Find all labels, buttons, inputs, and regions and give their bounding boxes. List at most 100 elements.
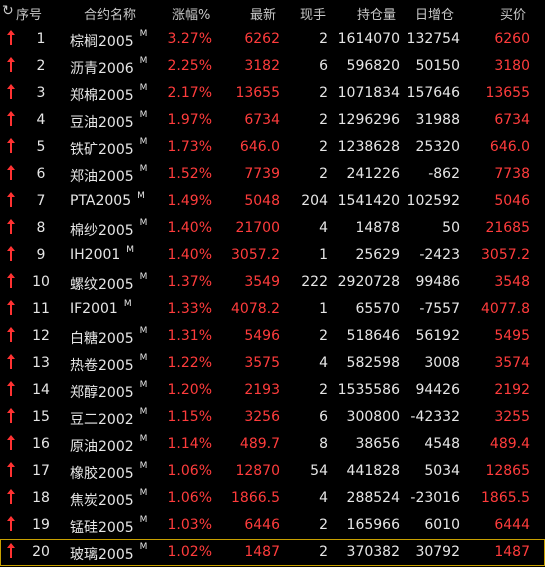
table-row[interactable]: 9 IH2001 M 1.40% 3057.2 1 25629 -2423 3057.2 bbox=[0, 242, 545, 269]
contract-tag: M bbox=[139, 407, 148, 417]
row-daily-oi-change: 31988 bbox=[415, 112, 460, 128]
contract-tag: M bbox=[139, 515, 148, 525]
table-row[interactable]: 8 棉纱2005 M 1.40% 21700 4 14878 50 21685 bbox=[0, 215, 545, 242]
contract-tag: M bbox=[139, 110, 148, 120]
table-row[interactable]: 10 螺纹2005 M 1.37% 3549 222 2920728 99486 3548 bbox=[0, 269, 545, 296]
row-current-hand: 2 bbox=[319, 85, 328, 101]
table-row[interactable]: 6 郑油2005 M 1.52% 7739 2 241226 -862 7738 bbox=[0, 161, 545, 188]
table-row[interactable]: 19 锰硅2005 M 1.03% 6446 2 165966 6010 6444 bbox=[0, 512, 545, 539]
refresh-icon[interactable]: ↻ bbox=[2, 3, 14, 19]
row-bid-price: 3574 bbox=[494, 355, 530, 371]
contract-name-text: 棕榈2005 bbox=[70, 34, 134, 50]
row-current-hand: 2 bbox=[319, 31, 328, 47]
row-open-interest: 596820 bbox=[346, 58, 400, 74]
contract-name-text: 豆油2005 bbox=[70, 115, 134, 131]
row-open-interest: 582598 bbox=[346, 355, 400, 371]
table-row[interactable]: 17 橡胶2005 M 1.06% 12870 54 441828 5034 12865 bbox=[0, 458, 545, 485]
col-header-change-pct[interactable]: 涨幅% bbox=[172, 4, 210, 23]
row-last-price: 646.0 bbox=[239, 139, 280, 155]
row-index: 2 bbox=[36, 58, 46, 74]
up-arrow-icon bbox=[7, 57, 15, 72]
row-change-pct: 1.06% bbox=[167, 463, 212, 479]
col-header-index[interactable]: 序号 bbox=[16, 4, 42, 23]
row-contract-name: 郑油2005 M bbox=[70, 164, 148, 186]
row-index: 18 bbox=[32, 490, 50, 506]
row-contract-name: 铁矿2005 M bbox=[70, 137, 147, 159]
row-open-interest: 1535586 bbox=[337, 382, 400, 398]
table-row[interactable]: 16 原油2002 M 1.14% 489.7 8 38656 4548 489.4 bbox=[0, 431, 545, 458]
table-row[interactable]: 11 IF2001 M 1.33% 4078.2 1 65570 -7557 4077.8 bbox=[0, 296, 545, 323]
row-change-pct: 1.40% bbox=[167, 220, 212, 236]
row-current-hand: 54 bbox=[310, 463, 328, 479]
row-change-pct: 1.52% bbox=[167, 166, 212, 182]
row-last-price: 3182 bbox=[244, 58, 280, 74]
table-row[interactable]: 18 焦炭2005 M 1.06% 1866.5 4 288524 -23016 1865.5 bbox=[0, 485, 545, 512]
up-arrow-icon bbox=[7, 381, 15, 396]
row-bid-price: 4077.8 bbox=[481, 301, 530, 317]
up-arrow-icon bbox=[7, 435, 15, 450]
table-row[interactable]: 20 玻璃2005 M 1.02% 1487 2 370382 30792 1487 bbox=[0, 539, 545, 566]
contract-name-text: 郑油2005 bbox=[70, 169, 134, 185]
row-change-pct: 1.31% bbox=[167, 328, 212, 344]
row-contract-name: 锰硅2005 M bbox=[70, 515, 148, 537]
col-header-bid-price[interactable]: 买价 bbox=[500, 4, 526, 23]
row-open-interest: 1541420 bbox=[337, 193, 400, 209]
contract-tag: M bbox=[139, 164, 148, 174]
row-open-interest: 2920728 bbox=[337, 274, 400, 290]
row-daily-oi-change: -42332 bbox=[410, 409, 460, 425]
row-open-interest: 300800 bbox=[346, 409, 400, 425]
row-bid-price: 3255 bbox=[494, 409, 530, 425]
row-daily-oi-change: 102592 bbox=[406, 193, 460, 209]
up-arrow-icon bbox=[7, 138, 15, 153]
contract-tag: M bbox=[139, 56, 148, 66]
row-contract-name: 焦炭2005 M bbox=[70, 488, 147, 510]
col-header-current-hand[interactable]: 现手 bbox=[300, 4, 326, 23]
row-index: 3 bbox=[36, 85, 46, 101]
row-current-hand: 1 bbox=[319, 301, 328, 317]
row-contract-name: PTA2005 M bbox=[70, 191, 145, 209]
row-last-price: 6734 bbox=[244, 112, 280, 128]
row-open-interest: 1296296 bbox=[337, 112, 400, 128]
row-bid-price: 6734 bbox=[494, 112, 530, 128]
table-row[interactable]: 3 郑棉2005 M 2.17% 13655 2 1071834 157646 13655 bbox=[0, 80, 545, 107]
col-header-daily-oi-change[interactable]: 日增仓 bbox=[415, 4, 454, 23]
row-current-hand: 222 bbox=[301, 274, 328, 290]
row-change-pct: 1.37% bbox=[167, 274, 212, 290]
contract-tag: M bbox=[139, 542, 148, 552]
row-change-pct: 1.15% bbox=[167, 409, 212, 425]
row-change-pct: 1.06% bbox=[167, 490, 212, 506]
up-arrow-icon bbox=[7, 246, 15, 261]
table-row[interactable]: 14 郑醇2005 M 1.20% 2193 2 1535586 94426 2192 bbox=[0, 377, 545, 404]
table-row[interactable]: 1 棕榈2005 M 3.27% 6262 2 1614070 132754 6260 bbox=[0, 26, 545, 53]
row-bid-price: 3057.2 bbox=[481, 247, 530, 263]
col-header-open-interest[interactable]: 持仓量 bbox=[357, 4, 396, 23]
row-open-interest: 288524 bbox=[346, 490, 400, 506]
row-contract-name: 螺纹2005 M bbox=[70, 272, 147, 294]
table-row[interactable]: 12 白糖2005 M 1.31% 5496 2 518646 56192 5495 bbox=[0, 323, 545, 350]
row-last-price: 1866.5 bbox=[231, 490, 280, 506]
row-current-hand: 2 bbox=[319, 328, 328, 344]
row-current-hand: 1 bbox=[319, 247, 328, 263]
row-contract-name: 棉纱2005 M bbox=[70, 218, 147, 240]
table-row[interactable]: 13 热卷2005 M 1.22% 3575 4 582598 3008 3574 bbox=[0, 350, 545, 377]
row-current-hand: 6 bbox=[319, 58, 328, 74]
row-last-price: 7739 bbox=[244, 166, 280, 182]
table-row[interactable]: 4 豆油2005 M 1.97% 6734 2 1296296 31988 6734 bbox=[0, 107, 545, 134]
row-current-hand: 2 bbox=[319, 112, 328, 128]
contract-tag: M bbox=[139, 380, 148, 390]
col-header-contract-name[interactable]: 合约名称 bbox=[84, 4, 136, 23]
row-index: 11 bbox=[32, 301, 50, 317]
row-last-price: 5048 bbox=[244, 193, 280, 209]
table-row[interactable]: 5 铁矿2005 M 1.73% 646.0 2 1238628 25320 646.0 bbox=[0, 134, 545, 161]
row-bid-price: 489.4 bbox=[489, 436, 530, 452]
row-bid-price: 1865.5 bbox=[481, 490, 530, 506]
table-row[interactable]: 15 豆二2002 M 1.15% 3256 6 300800 -42332 3255 bbox=[0, 404, 545, 431]
row-open-interest: 518646 bbox=[346, 328, 400, 344]
table-row[interactable]: 2 沥青2006 M 2.25% 3182 6 596820 50150 3180 bbox=[0, 53, 545, 80]
table-row[interactable]: 7 PTA2005 M 1.49% 5048 204 1541420 102592 5046 bbox=[0, 188, 545, 215]
col-header-last-price[interactable]: 最新 bbox=[250, 4, 276, 23]
row-last-price: 489.7 bbox=[239, 436, 280, 452]
row-last-price: 12870 bbox=[235, 463, 280, 479]
contract-tag: M bbox=[139, 326, 148, 336]
contract-tag: M bbox=[137, 191, 145, 201]
